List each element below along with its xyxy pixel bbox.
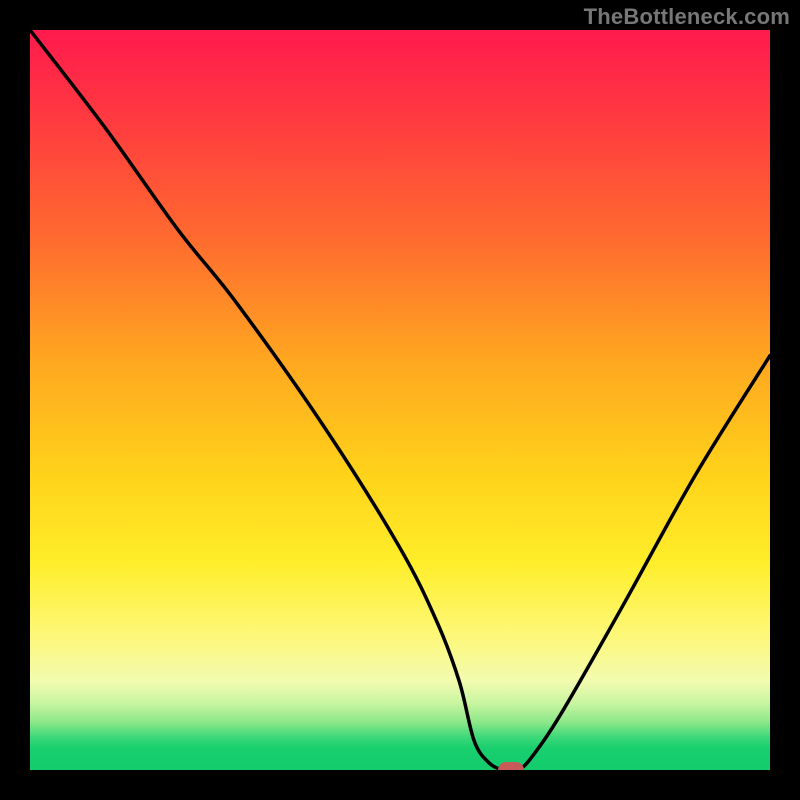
watermark-text: TheBottleneck.com: [584, 4, 790, 30]
threshold-marker: [498, 762, 524, 770]
plot-area: [30, 30, 770, 770]
curve-path: [30, 30, 770, 770]
bottleneck-curve: [30, 30, 770, 770]
chart-frame: TheBottleneck.com: [0, 0, 800, 800]
